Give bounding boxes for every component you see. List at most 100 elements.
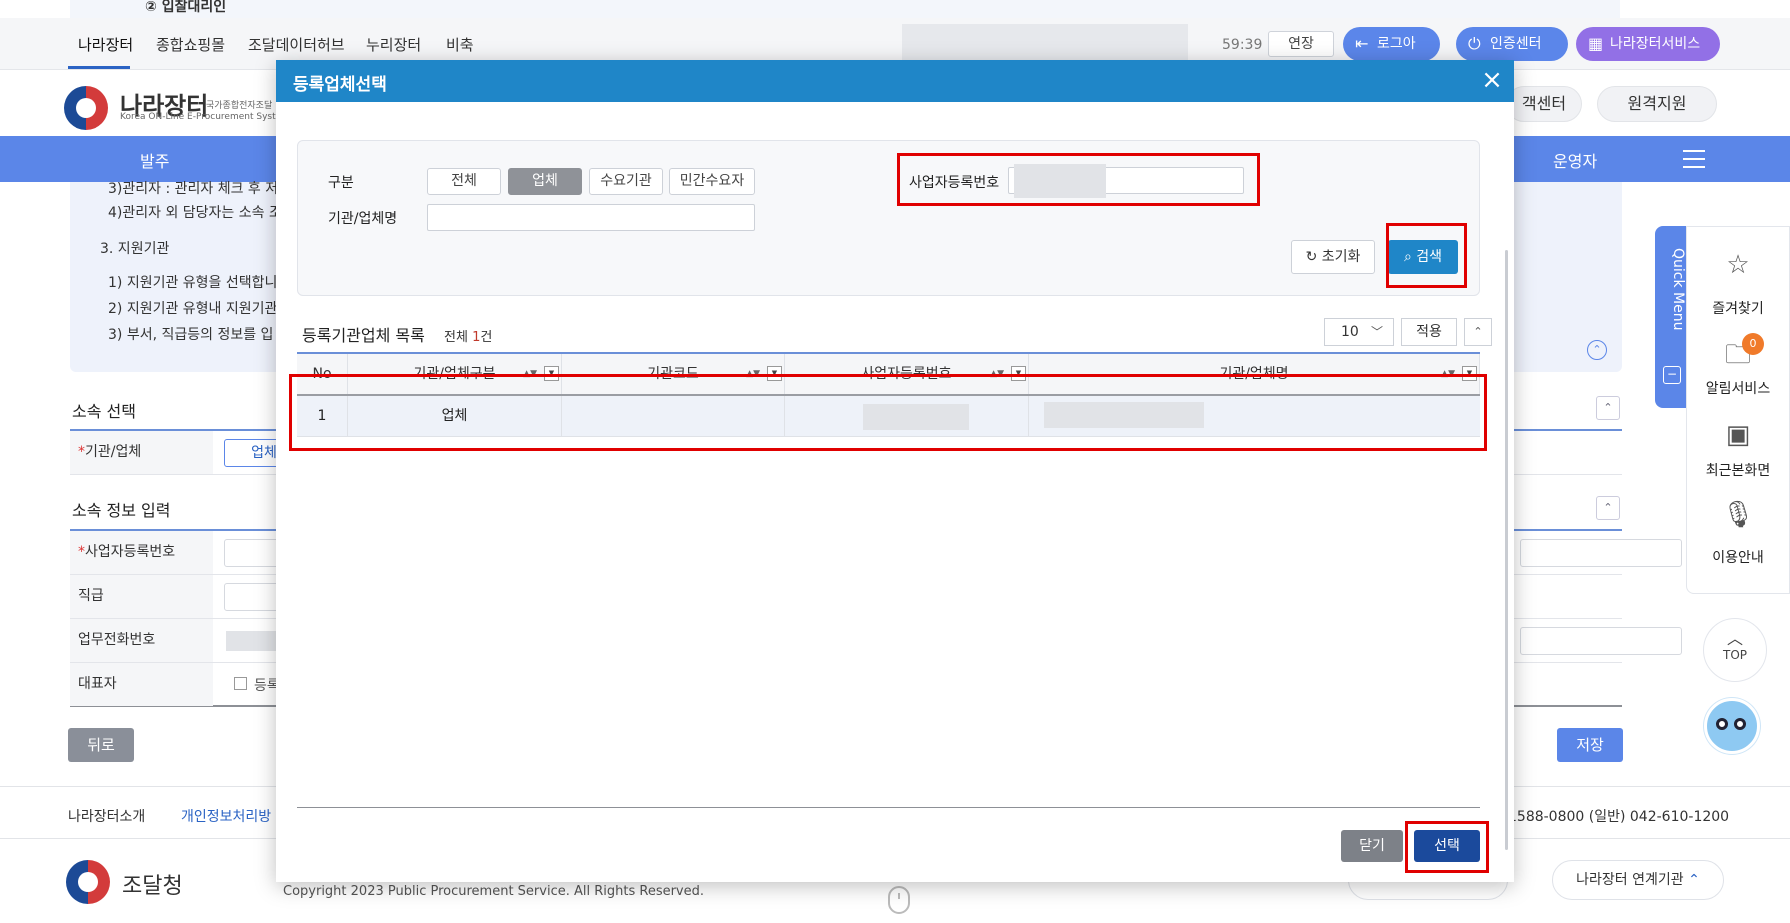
info-line: 1) 지원기관 유형을 선택합니: [108, 275, 278, 291]
back-button[interactable]: 뒤로: [68, 728, 134, 762]
info-line: 3. 지원기관: [100, 241, 170, 257]
topnav-nurijangter[interactable]: 누리장터: [366, 34, 421, 55]
footer-phone: 1588-0800 (일반) 042-610-1200: [1508, 809, 1730, 825]
info-strip-text: ② 입찰대리인: [145, 0, 227, 15]
quick-recent[interactable]: 최근본화면: [1686, 460, 1790, 480]
phone-field[interactable]: [226, 631, 282, 651]
info-line: 3) 부서, 직급등의 정보를 입: [108, 327, 274, 343]
scroll-top-button[interactable]: ︿ TOP: [1703, 618, 1767, 682]
topnav-active-indicator: [68, 66, 130, 69]
modal-header: [276, 60, 1514, 102]
copyright-text: Copyright 2023 Public Procurement Servic…: [283, 884, 705, 899]
logout-button[interactable]: ⇤로그아웃: [1343, 27, 1440, 86]
bg-field[interactable]: [1520, 539, 1682, 567]
session-timer: 59:39: [1222, 37, 1263, 53]
quick-menu-panel: [1686, 226, 1790, 594]
blurred-area: [902, 24, 1188, 60]
collapse-up-icon[interactable]: ⌃: [1587, 340, 1607, 360]
quick-favorites[interactable]: 즐겨찾기: [1686, 298, 1790, 318]
page-size-select[interactable]: 10 ﹀: [1324, 318, 1394, 346]
save-button[interactable]: 저장: [1557, 728, 1623, 762]
chevron-up-icon: ︿: [1726, 629, 1743, 648]
highlight-select: [1405, 821, 1489, 873]
rank-field[interactable]: [224, 583, 284, 611]
highlight-bizno: [897, 153, 1260, 206]
modal-footer-rule: [297, 807, 1480, 808]
footer-about-link[interactable]: 나라장터소개: [68, 806, 145, 826]
org-name-label: 기관/업체명: [328, 211, 398, 227]
topnav-shoppingmall[interactable]: 종합쇼핑몰: [156, 34, 225, 55]
affiliation-info-title: 소속 정보 입력: [72, 501, 171, 520]
list-total: 전체 1건: [444, 330, 493, 345]
chart-icon[interactable]: ▣: [1708, 420, 1768, 450]
close-button[interactable]: 닫기: [1341, 830, 1403, 862]
form-label: 대표자: [70, 663, 213, 706]
info-strip: [70, 0, 1620, 18]
modal-scrollbar[interactable]: [1505, 250, 1508, 850]
topnav-stockpile[interactable]: 비축: [446, 34, 474, 55]
chevron-up-icon: ⌃: [1688, 872, 1700, 888]
bg-field[interactable]: [1520, 627, 1682, 655]
category-company-option[interactable]: 업체: [508, 168, 582, 195]
quick-menu-title: Quick Menu: [1670, 248, 1686, 331]
remote-support-button[interactable]: 원격지원: [1597, 86, 1717, 122]
logout-icon: ⇤: [1355, 34, 1369, 53]
agency-name: 조달청: [122, 874, 183, 899]
category-all-option[interactable]: 전체: [427, 168, 501, 195]
section-toggle-icon[interactable]: ⌃: [1596, 496, 1620, 520]
modal-title: 등록업체선택: [293, 75, 387, 95]
nara-service-button[interactable]: ▦ 나라장터서비스: [1576, 27, 1720, 61]
highlight-search: [1386, 223, 1467, 288]
quick-guide[interactable]: 이용안내: [1686, 547, 1790, 567]
power-icon: ⏻: [1468, 34, 1481, 53]
notification-badge: 0: [1742, 333, 1764, 355]
minimize-icon[interactable]: −: [1663, 366, 1681, 384]
pps-logo-icon: [66, 860, 110, 904]
form-label: *사업자등록번호: [70, 531, 213, 574]
narajangter-logo-icon[interactable]: [64, 86, 108, 130]
category-private-option[interactable]: 민간수요자: [669, 168, 755, 195]
bizno-field[interactable]: [224, 539, 284, 567]
nav-operator[interactable]: 운영자: [1553, 148, 1597, 172]
form-label: *기관/업체: [70, 431, 213, 474]
form-label: 직급: [70, 575, 213, 618]
category-label: 구분: [328, 175, 354, 191]
customer-center-button[interactable]: 객센터: [1506, 86, 1582, 122]
mascot-icon[interactable]: [1704, 698, 1760, 754]
form-label: 업무전화번호: [70, 619, 213, 662]
logo-subtitle: 국가종합전자조달: [206, 101, 273, 111]
category-demand-agency-option[interactable]: 수요기관: [589, 168, 663, 195]
affiliation-section-title: 소속 선택: [72, 402, 136, 421]
chevron-up-icon[interactable]: ⌃: [1464, 318, 1492, 346]
org-name-input[interactable]: [427, 204, 755, 231]
info-line: 2) 지원기관 유형내 지원기관: [108, 301, 278, 317]
section-toggle-icon[interactable]: ⌃: [1596, 396, 1620, 420]
rep-checkbox[interactable]: [234, 677, 247, 690]
extend-session-button[interactable]: 연장: [1268, 31, 1334, 57]
mascot-eye: [1734, 718, 1746, 730]
related-agencies-button[interactable]: 나라장터 연계기관 ⌃: [1552, 860, 1724, 900]
cert-center-button[interactable]: ⏻ 인증센터: [1456, 27, 1568, 61]
info-line: 3)관리자 : 관리자 체크 후 저: [108, 181, 279, 197]
apply-button[interactable]: 적용: [1401, 318, 1457, 346]
nav-order[interactable]: 발주: [140, 148, 169, 172]
chevron-down-icon: ﹀: [1371, 325, 1384, 339]
topnav-narajangter[interactable]: 나라장터: [78, 34, 133, 55]
scroll-mouse-icon: [888, 886, 910, 914]
reset-button[interactable]: ↻ 초기화: [1291, 240, 1375, 274]
topnav-datahub[interactable]: 조달데이터허브: [248, 34, 345, 55]
info-line: 4)관리자 외 담당자는 소속 조: [108, 205, 282, 221]
quick-notifications[interactable]: 알림서비스: [1686, 378, 1790, 398]
footer-privacy-link[interactable]: 개인정보처리방: [181, 806, 271, 826]
mascot-eye: [1716, 718, 1728, 730]
logo-english: Korea ON-Line E-Procurement System: [120, 112, 290, 122]
refresh-icon: ↻: [1305, 249, 1318, 265]
mic-icon[interactable]: 🎙: [1708, 500, 1768, 530]
grid-icon: ▦: [1588, 34, 1604, 53]
menu-icon[interactable]: [1683, 150, 1705, 168]
close-icon[interactable]: ×: [1478, 66, 1506, 94]
highlight-row: [289, 374, 1487, 451]
list-title: 등록기관업체 목록: [302, 326, 425, 345]
select-registered-company-modal: 등록업체선택 × 구분 전체 업체 수요기관 민간수요자 기관/업체명 사업자등…: [276, 60, 1514, 882]
star-icon[interactable]: ☆: [1708, 250, 1768, 280]
